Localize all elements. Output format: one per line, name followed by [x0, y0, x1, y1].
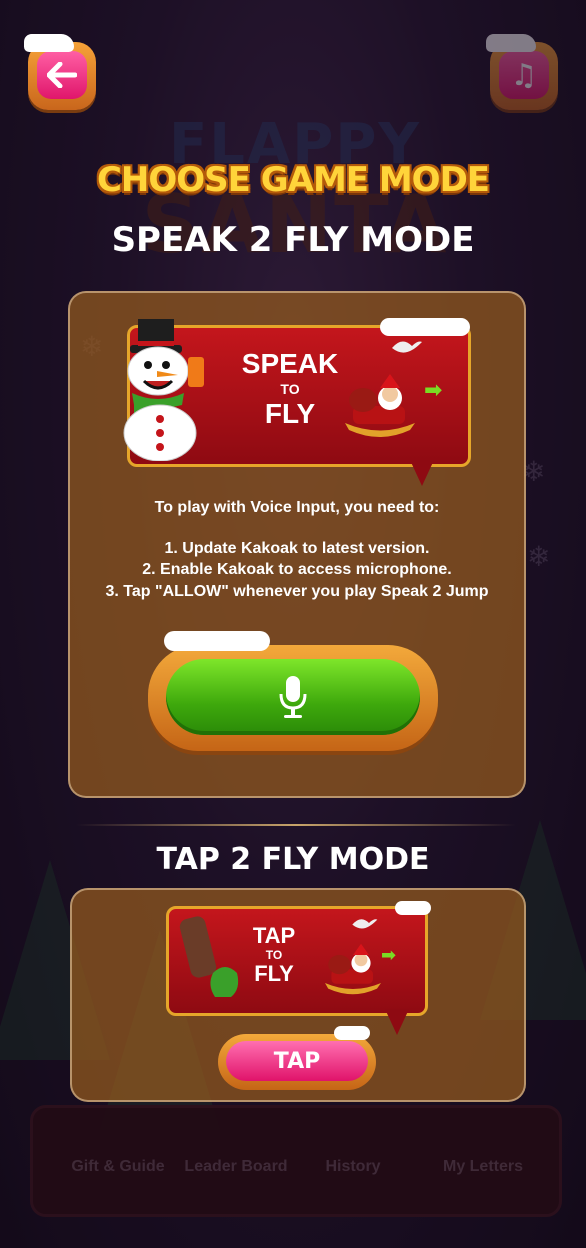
speak-banner-text: SPEAK TO FLY: [241, 348, 339, 429]
tapping-hand-icon: [179, 916, 239, 997]
tap-mode-panel: TAP TO FLY ➡ TAP: [70, 888, 526, 1102]
step-2: 2. Enable Kakoak to access microphone.: [142, 561, 452, 578]
tap-to-fly-banner: TAP TO FLY ➡: [166, 901, 431, 1035]
snow-cap: [24, 34, 74, 52]
tap-mode-title: TAP 2 FLY MODE: [156, 842, 430, 877]
snow-cap: [486, 34, 536, 52]
voice-input-heading: To play with Voice Input, you need to:: [154, 499, 440, 516]
step-1: 1. Update Kakoak to latest version.: [164, 540, 430, 557]
tap-mode-button[interactable]: TAP: [218, 1026, 376, 1090]
tap-button-label: TAP: [226, 1041, 368, 1081]
arrow-left-icon: [37, 51, 87, 99]
section-divider: [76, 824, 516, 826]
music-button[interactable]: ♫: [486, 34, 558, 110]
arrow-right-icon: ➡: [424, 378, 443, 403]
microphone-icon: [279, 676, 307, 718]
speak-mode-title: SPEAK 2 FLY MODE: [111, 220, 475, 260]
step-3: 3. Tap "ALLOW" whenever you play Speak 2…: [105, 583, 489, 600]
snow-cap: [395, 901, 431, 915]
snowman-icon: [123, 319, 204, 461]
snow-cap: [164, 631, 270, 651]
santa-sleigh-icon: [345, 374, 415, 437]
speech-tail: [410, 460, 434, 486]
santa-sleigh-icon: [325, 943, 381, 995]
bird-icon: [352, 919, 378, 929]
choose-mode-title: CHOOSE GAME MODE: [96, 160, 490, 200]
speech-tail: [385, 1009, 409, 1035]
bird-icon: [392, 341, 422, 353]
music-note-icon: ♫: [499, 51, 549, 99]
speak-mode-button[interactable]: [148, 631, 438, 751]
back-button[interactable]: [24, 34, 96, 110]
arrow-right-icon: ➡: [381, 945, 397, 966]
speak-mode-button-face: [166, 659, 420, 735]
snow-cap: [334, 1026, 370, 1040]
speak-mode-panel: SPEAK TO FLY ➡ To play with Voice Input,…: [68, 291, 526, 798]
tap-banner-text: TAP TO FLY: [252, 923, 296, 986]
